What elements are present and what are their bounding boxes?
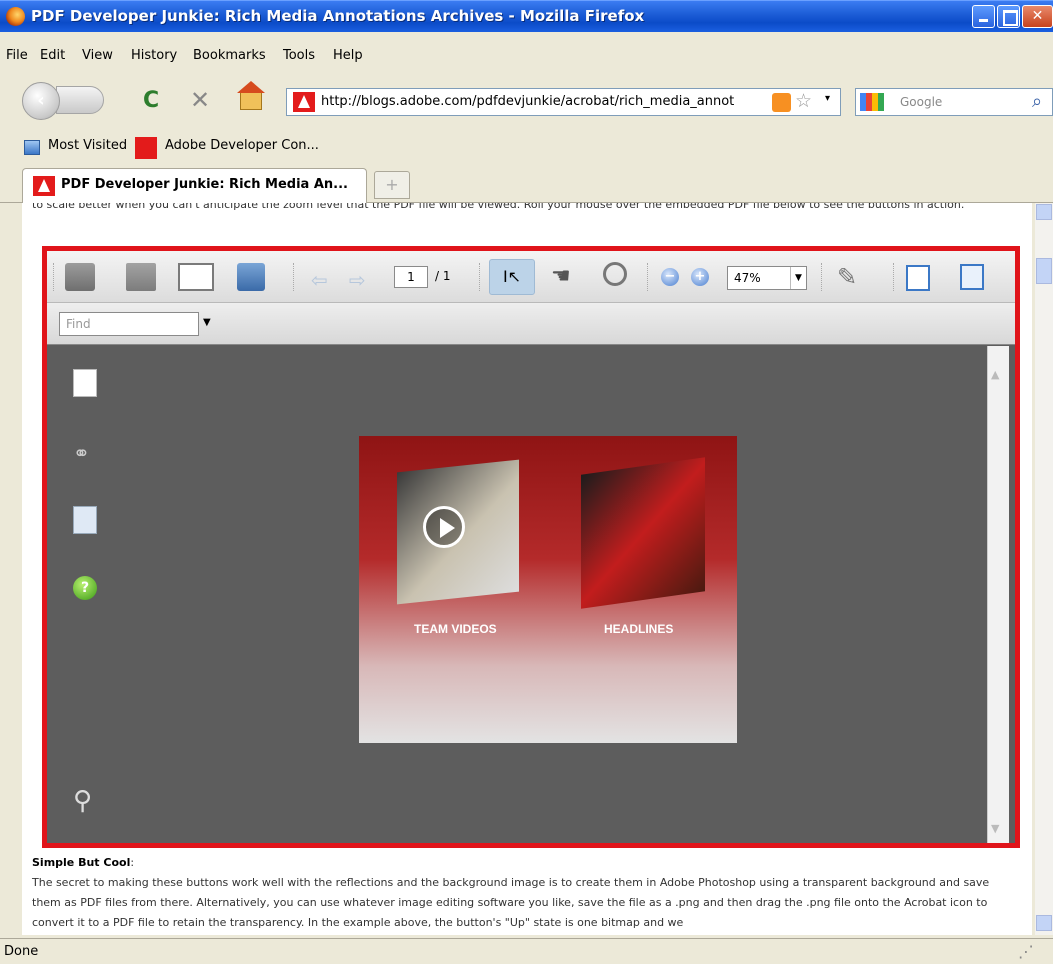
url-dropdown-icon[interactable]: ▾ (825, 93, 830, 104)
previous-page-icon[interactable]: ⇦ (311, 268, 328, 292)
bookmarks-toolbar: Most Visited Adobe Developer Con... (0, 132, 1053, 160)
search-icon[interactable]: ⌕ (1032, 91, 1042, 112)
pdf-toolbar: ⇦ ⇨ 1 / 1 I↖ ☚ − + 47% ▼ ✎ (47, 251, 1015, 303)
headlines-thumbnail[interactable] (581, 457, 705, 609)
pdf-scrollbar[interactable]: ▲ ▼ (987, 346, 1009, 843)
google-icon[interactable] (860, 93, 884, 111)
signature-icon[interactable] (73, 506, 97, 534)
find-input[interactable]: Find (59, 312, 199, 336)
adobe-favicon-icon (293, 92, 315, 112)
search-box[interactable]: Google ⌕ (855, 88, 1053, 116)
scroll-down-button[interactable] (1036, 915, 1052, 931)
stop-icon[interactable]: ✕ (190, 86, 210, 114)
zoom-in-icon[interactable]: + (691, 268, 709, 286)
play-icon[interactable] (423, 506, 465, 548)
menu-bookmarks[interactable]: Bookmarks (193, 48, 266, 63)
window-title: PDF Developer Junkie: Rich Media Annotat… (31, 7, 645, 25)
resize-grip-icon[interactable]: ⋰ (1018, 942, 1034, 961)
status-text: Done (4, 944, 39, 959)
email-icon[interactable] (178, 263, 214, 291)
scroll-up-icon[interactable]: ▲ (991, 368, 999, 381)
zoom-level-value: 47% (734, 271, 761, 285)
hand-tool-icon[interactable]: ☚ (551, 264, 571, 289)
rss-feed-icon[interactable] (772, 93, 791, 112)
headlines-button[interactable]: HEADLINES (604, 622, 673, 636)
pdf-find-bar: Find ▼ (47, 303, 1015, 345)
search-placeholder: Google (900, 95, 943, 109)
zoom-level-select[interactable]: 47% ▼ (727, 266, 807, 290)
navigation-toolbar: ‹ C ✕ http://blogs.adobe.com/pdfdevjunki… (0, 74, 1053, 122)
bookmark-most-visited[interactable]: Most Visited (48, 138, 127, 153)
menu-help[interactable]: Help (333, 48, 363, 63)
back-button[interactable]: ‹ (22, 82, 60, 120)
toolbar-separator (293, 263, 296, 291)
chevron-down-icon[interactable]: ▼ (790, 267, 806, 289)
menu-file[interactable]: File (6, 48, 28, 63)
section-heading-colon: : (130, 856, 135, 869)
full-screen-icon[interactable] (960, 264, 984, 290)
minimize-button[interactable] (972, 5, 995, 28)
firefox-logo-icon (6, 7, 25, 26)
pen-tool-icon[interactable]: ✎ (837, 263, 857, 291)
save-icon[interactable] (126, 263, 156, 291)
zoom-out-icon[interactable]: − (661, 268, 679, 286)
status-bar: Done ⋰ (0, 938, 1053, 964)
adobe-favicon-icon (33, 176, 55, 196)
home-icon[interactable] (237, 81, 265, 110)
adobe-icon (135, 137, 157, 159)
menu-view[interactable]: View (82, 48, 113, 63)
page-content: to scale better when you can't anticipat… (22, 203, 1032, 935)
simple-but-cool-section: Simple But Cool: The secret to making th… (22, 853, 1012, 933)
share-icon[interactable] (237, 263, 265, 291)
reload-icon[interactable]: C (143, 88, 159, 113)
tab-active[interactable]: PDF Developer Junkie: Rich Media An... (22, 168, 367, 203)
menu-bar: File Edit View History Bookmarks Tools H… (0, 45, 1053, 69)
print-icon[interactable] (65, 263, 95, 291)
tab-strip: PDF Developer Junkie: Rich Media An... + (0, 163, 1053, 203)
pages-panel-icon[interactable] (73, 369, 97, 397)
scroll-down-icon[interactable]: ▼ (991, 822, 999, 835)
most-visited-icon (24, 140, 40, 155)
scroll-up-button[interactable] (1036, 204, 1052, 220)
new-tab-button[interactable]: + (374, 171, 410, 199)
maximize-button[interactable] (997, 5, 1020, 28)
attachment-icon[interactable]: ⚲ (73, 786, 97, 816)
fit-width-icon[interactable] (906, 265, 930, 291)
menu-tools[interactable]: Tools (283, 48, 315, 63)
toolbar-separator (821, 263, 824, 291)
help-icon[interactable]: ? (73, 576, 97, 600)
section-body: The secret to making these buttons work … (32, 876, 990, 929)
toolbar-separator (647, 263, 650, 291)
find-dropdown-icon[interactable]: ▼ (203, 317, 211, 328)
close-button[interactable]: ✕ (1022, 5, 1053, 28)
window-titlebar: PDF Developer Junkie: Rich Media Annotat… (0, 0, 1053, 32)
url-text[interactable]: http://blogs.adobe.com/pdfdevjunkie/acro… (321, 94, 769, 109)
page-scrollbar[interactable] (1035, 203, 1053, 935)
bookmark-adobe-developer[interactable]: Adobe Developer Con... (165, 138, 319, 153)
bookmark-star-icon[interactable]: ☆ (795, 90, 812, 112)
next-page-icon[interactable]: ⇨ (349, 268, 366, 292)
page-number-input[interactable]: 1 (394, 266, 428, 288)
pdf-document-area[interactable]: ⚭ ? ⚲ TEAM VIDEOS HEADLINES (47, 346, 1015, 843)
toolbar-separator (53, 263, 56, 291)
section-heading: Simple But Cool (32, 856, 131, 869)
team-videos-button[interactable]: TEAM VIDEOS (414, 622, 497, 636)
toolbar-separator (893, 263, 896, 291)
select-tool-icon[interactable]: I↖ (489, 259, 535, 295)
zoom-tool-icon[interactable] (603, 262, 627, 286)
forward-button[interactable] (56, 86, 104, 114)
menu-history[interactable]: History (131, 48, 177, 63)
toolbar-separator (479, 263, 482, 291)
rich-media-card: TEAM VIDEOS HEADLINES (359, 436, 737, 743)
address-bar[interactable]: http://blogs.adobe.com/pdfdevjunkie/acro… (286, 88, 841, 116)
embedded-pdf-viewer[interactable]: ⇦ ⇨ 1 / 1 I↖ ☚ − + 47% ▼ ✎ Find ▼ ⚭ ? ⚲ … (42, 246, 1020, 848)
page-total: / 1 (435, 269, 451, 283)
tab-label: PDF Developer Junkie: Rich Media An... (61, 177, 348, 192)
menu-edit[interactable]: Edit (40, 48, 65, 63)
binoculars-icon[interactable]: ⚭ (73, 441, 97, 469)
scroll-thumb[interactable] (1036, 258, 1052, 284)
intro-paragraph: to scale better when you can't anticipat… (32, 203, 965, 211)
section-heading-line: Simple But Cool: (22, 853, 1012, 873)
